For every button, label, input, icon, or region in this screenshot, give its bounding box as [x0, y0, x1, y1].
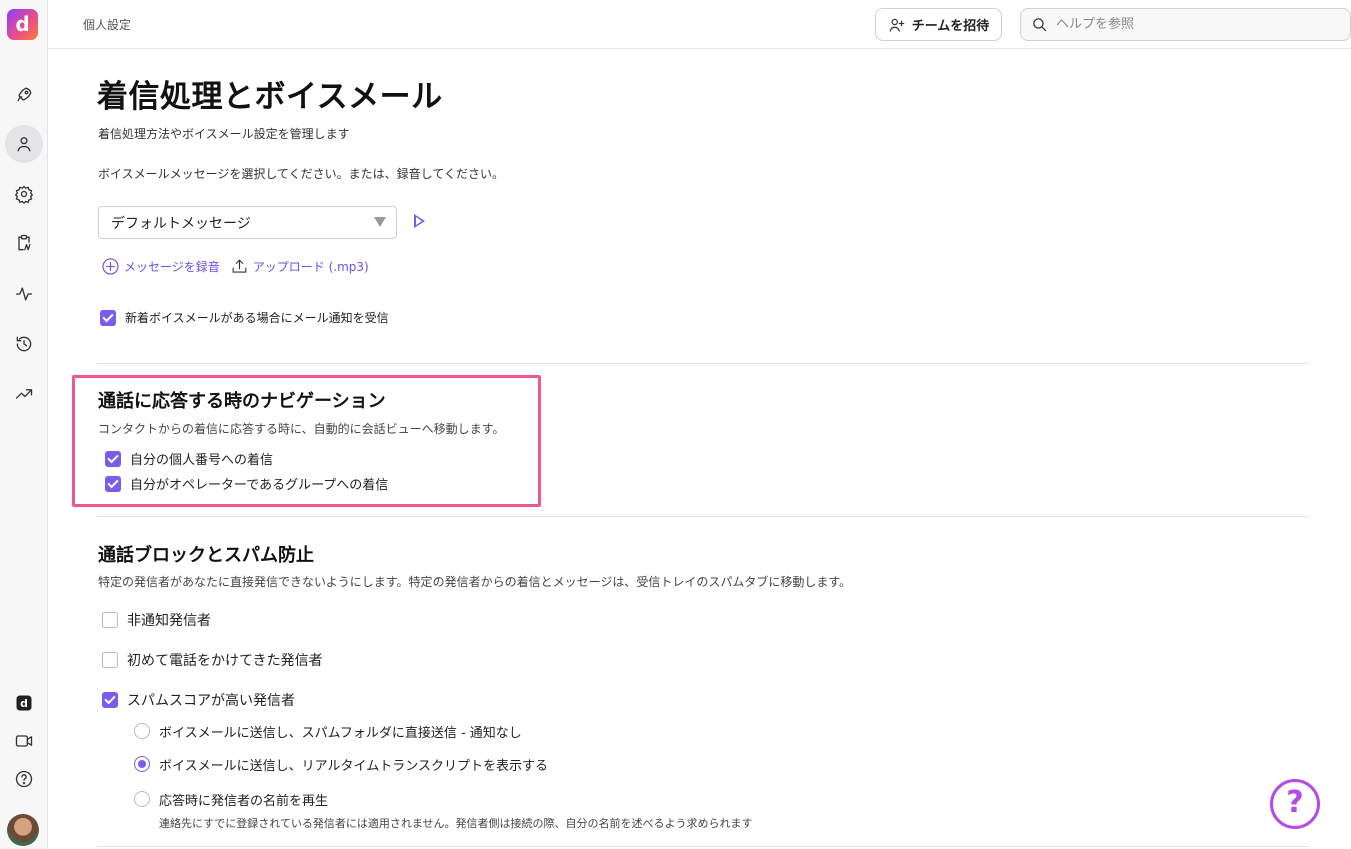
record-message-link[interactable]: メッセージを録音 — [124, 258, 220, 275]
page-title: 着信処理とボイスメール — [97, 79, 443, 115]
top-bar: 個人設定 チームを招待 — [48, 0, 1351, 49]
clipboard-icon[interactable] — [5, 224, 43, 262]
help-circle-icon[interactable] — [5, 760, 43, 798]
divider — [97, 516, 1309, 517]
blocking-section-title: 通話ブロックとスパム防止 — [98, 545, 314, 566]
person-plus-icon — [889, 18, 905, 32]
spam-action-announce-label: 応答時に発信者の名前を再生 — [159, 794, 329, 809]
activity-icon[interactable] — [5, 275, 43, 313]
app-logo[interactable]: d — [7, 9, 38, 40]
left-rail: d d — [0, 0, 48, 849]
divider — [97, 363, 1309, 364]
spam-action-announce-text: 応答時に発信者の名前を再生 連絡先にすでに登録されている発信者には適用されません… — [159, 790, 753, 831]
highlight-box — [72, 375, 541, 507]
block-anonymous-label: 非通知発信者 — [127, 613, 211, 629]
email-notify-label: 新着ボイスメールがある場合にメール通知を受信 — [125, 311, 389, 325]
block-first-time-option[interactable]: 初めて電話をかけてきた発信者 — [102, 650, 323, 670]
block-spam-score-label: スパムスコアが高い発信者 — [127, 693, 295, 709]
spam-action-silent-label: ボイスメールに送信し、スパムフォルダに直接送信 - 通知なし — [159, 726, 522, 741]
spam-action-transcript-label: ボイスメールに送信し、リアルタイムトランスクリプトを表示する — [159, 759, 548, 774]
trending-icon[interactable] — [5, 375, 43, 413]
svg-text:d: d — [20, 697, 28, 710]
voicemail-prompt: ボイスメールメッセージを選択してください。または、録音してください。 — [98, 167, 504, 181]
voicemail-actions: メッセージを録音 アップロード (.mp3) — [101, 257, 369, 276]
invite-team-label: チームを招待 — [911, 19, 990, 34]
help-fab-button[interactable]: ? — [1270, 779, 1320, 829]
block-first-time-checkbox[interactable] — [102, 652, 118, 668]
help-search[interactable] — [1020, 8, 1351, 41]
block-first-time-label: 初めて電話をかけてきた発信者 — [127, 653, 323, 669]
spam-action-announce-note: 連絡先にすでに登録されている発信者には適用されません。発信者側は接続の際、自分の… — [159, 817, 753, 830]
spam-action-announce-name[interactable]: 応答時に発信者の名前を再生 連絡先にすでに登録されている発信者には適用されません… — [134, 790, 753, 831]
spam-action-transcript[interactable]: ボイスメールに送信し、リアルタイムトランスクリプトを表示する — [134, 755, 548, 774]
voicemail-message-value: デフォルトメッセージ — [111, 215, 251, 232]
avatar[interactable] — [7, 814, 39, 846]
upload-mp3-link[interactable]: アップロード (.mp3) — [253, 258, 369, 275]
spam-action-announce-radio[interactable] — [134, 791, 150, 807]
email-notify-option[interactable]: 新着ボイスメールがある場合にメール通知を受信 — [100, 309, 389, 326]
spam-action-transcript-radio[interactable] — [134, 756, 150, 772]
gear-icon[interactable] — [5, 175, 43, 213]
email-notify-checkbox[interactable] — [100, 309, 116, 326]
brand-app-icon[interactable]: d — [5, 684, 43, 722]
upload-icon — [230, 257, 249, 276]
block-spam-score-option[interactable]: スパムスコアが高い発信者 — [102, 690, 295, 710]
divider — [97, 846, 1309, 847]
blocking-section-description: 特定の発信者があなたに直接発信できないようにします。特定の発信者からの着信とメッ… — [98, 575, 852, 589]
person-icon[interactable] — [5, 125, 43, 163]
history-icon[interactable] — [5, 325, 43, 363]
block-anonymous-option[interactable]: 非通知発信者 — [102, 610, 211, 630]
video-icon[interactable] — [5, 722, 43, 760]
voicemail-message-select[interactable]: デフォルトメッセージ — [98, 206, 397, 239]
search-icon — [1033, 18, 1047, 32]
spam-action-silent-radio[interactable] — [134, 723, 150, 739]
breadcrumb: 個人設定 — [83, 18, 132, 32]
rocket-icon[interactable] — [5, 76, 43, 114]
chevron-down-icon — [374, 217, 386, 227]
block-anonymous-checkbox[interactable] — [102, 612, 118, 628]
search-input[interactable] — [1056, 17, 1316, 32]
page-subtitle: 着信処理方法やボイスメール設定を管理します — [98, 127, 350, 141]
spam-action-silent[interactable]: ボイスメールに送信し、スパムフォルダに直接送信 - 通知なし — [134, 722, 522, 741]
plus-circle-icon — [101, 257, 120, 276]
play-icon[interactable] — [414, 214, 425, 228]
invite-team-button[interactable]: チームを招待 — [875, 8, 1002, 41]
block-spam-score-checkbox[interactable] — [102, 692, 118, 708]
